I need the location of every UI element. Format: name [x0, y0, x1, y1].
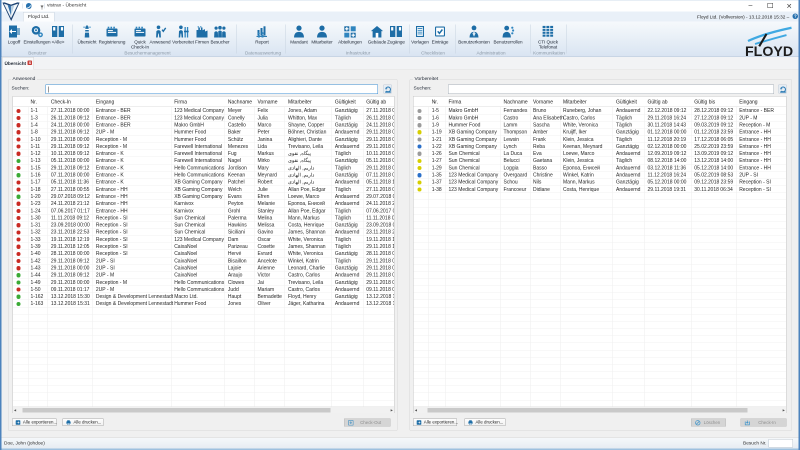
- svg-text:FLOYD: FLOYD: [745, 44, 793, 58]
